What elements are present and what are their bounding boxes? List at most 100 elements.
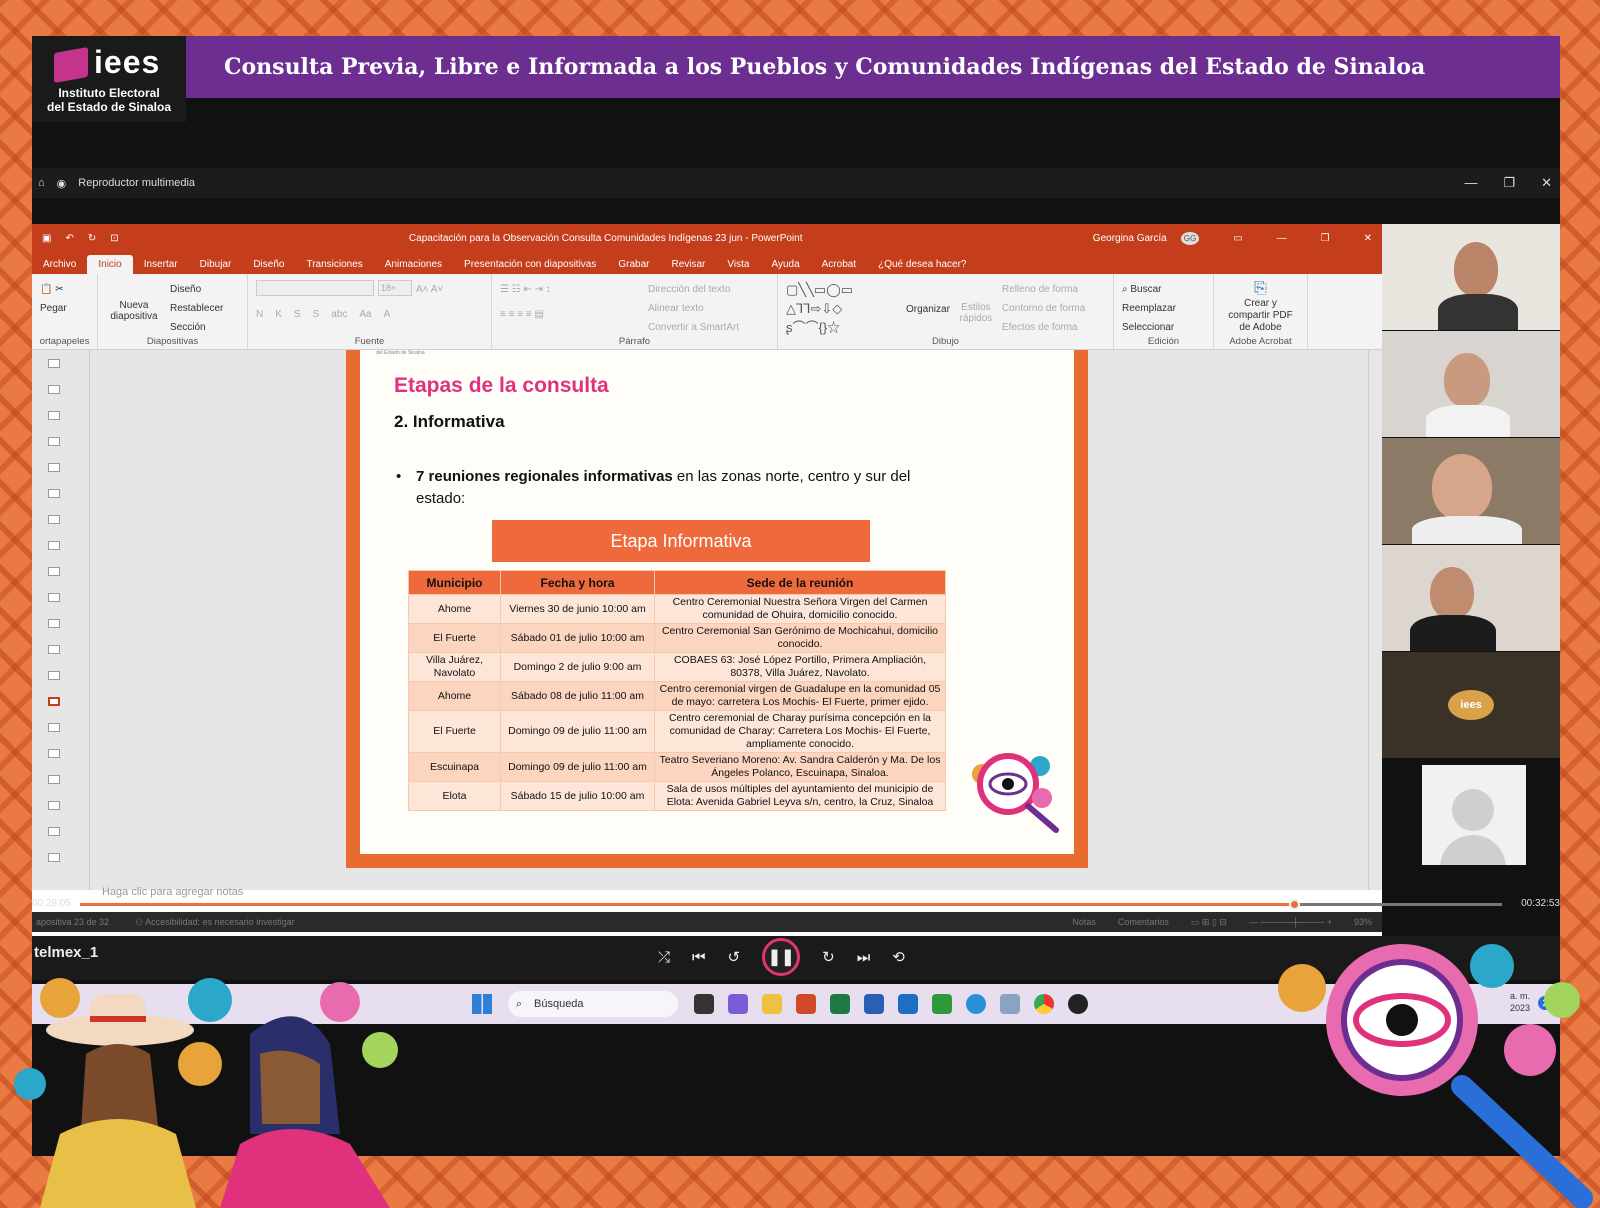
slide-thumbnail[interactable] — [32, 506, 89, 532]
select-button[interactable]: Seleccionar — [1122, 318, 1205, 337]
slide-thumbnail[interactable] — [32, 662, 89, 688]
ppt-restore-icon[interactable]: ❐ — [1321, 233, 1330, 244]
reset-button[interactable]: Restablecer — [170, 299, 223, 318]
repeat-icon[interactable]: ⟲ — [892, 948, 905, 966]
participant-tile-1[interactable] — [1382, 224, 1560, 330]
edge-icon[interactable] — [966, 994, 986, 1014]
previous-icon[interactable]: ⏮ — [692, 949, 706, 966]
media-player-taskbar-icon[interactable] — [1068, 994, 1088, 1014]
forward-30-icon[interactable]: ↻ — [822, 948, 835, 966]
shuffle-icon[interactable]: ⤮ — [658, 949, 670, 966]
tab-inicio[interactable]: Inicio — [87, 255, 133, 274]
file-explorer-icon[interactable] — [762, 994, 782, 1014]
tab--qué-desea-hacer-[interactable]: ¿Qué desea hacer? — [867, 255, 977, 274]
slide-thumbnail[interactable] — [32, 688, 89, 714]
change-case-button[interactable]: Aa — [359, 305, 371, 324]
pause-button[interactable]: ❚❚ — [762, 938, 801, 976]
strikethrough-button[interactable]: abc — [331, 305, 347, 324]
rewind-10-icon[interactable]: ↺ — [728, 948, 741, 966]
paste-icon[interactable]: 📋 ✂ — [40, 280, 89, 299]
task-view-icon[interactable] — [694, 994, 714, 1014]
participant-tile-5[interactable]: iees — [1382, 652, 1560, 758]
slide-thumbnail[interactable] — [32, 714, 89, 740]
view-buttons[interactable]: ▭ ⊞ ▯ ⊟ — [1191, 917, 1227, 928]
shape-fill-button[interactable]: Relleno de forma — [1002, 280, 1085, 299]
grow-font-icon[interactable]: A˄ A˅ — [416, 280, 443, 299]
notes-button[interactable]: Notas — [1072, 917, 1096, 928]
home-icon[interactable]: ⌂ — [38, 177, 45, 189]
slide-thumbnail[interactable] — [32, 740, 89, 766]
restore-icon[interactable]: ❐ — [1503, 175, 1515, 191]
seek-track[interactable] — [80, 899, 1502, 910]
slide-thumbnail[interactable] — [32, 818, 89, 844]
windows-start-icon[interactable] — [472, 994, 492, 1014]
text-direction-button[interactable]: Dirección del texto — [648, 280, 739, 299]
font-color-icon[interactable]: A — [384, 305, 391, 324]
ppt-minimize-icon[interactable]: — — [1277, 233, 1287, 244]
participant-tile-3[interactable] — [1382, 438, 1560, 544]
teams-icon[interactable] — [728, 994, 748, 1014]
current-slide[interactable]: del Estado de Sinaloa Etapas de la consu… — [360, 350, 1074, 854]
slide-thumbnail[interactable] — [32, 636, 89, 662]
tab-archivo[interactable]: Archivo — [32, 255, 87, 274]
vertical-scrollbar[interactable] — [1368, 350, 1382, 890]
ppt-close-icon[interactable]: ✕ — [1364, 233, 1372, 244]
bold-button[interactable]: N — [256, 305, 263, 324]
italic-button[interactable]: K — [275, 305, 282, 324]
tab-animaciones[interactable]: Animaciones — [374, 255, 453, 274]
minimize-icon[interactable]: — — [1464, 175, 1477, 191]
ribbon-display-icon[interactable]: ▭ — [1233, 233, 1242, 244]
tab-presentación-con-diapositivas[interactable]: Presentación con diapositivas — [453, 255, 607, 274]
slide-thumbnail[interactable] — [32, 376, 89, 402]
slide-thumbnail[interactable] — [32, 844, 89, 870]
shape-outline-button[interactable]: Contorno de forma — [1002, 299, 1085, 318]
user-name[interactable]: Georgina García — [1093, 233, 1167, 244]
slide-thumbnails-pane[interactable] — [32, 350, 90, 890]
underline-button[interactable]: S — [294, 305, 301, 324]
slide-thumbnail[interactable] — [32, 610, 89, 636]
seek-handle[interactable] — [1289, 899, 1301, 910]
section-button[interactable]: Sección — [170, 318, 223, 337]
accessibility-status[interactable]: ⚇ Accesibilidad: es necesario investigar — [135, 917, 295, 928]
replace-button[interactable]: Reemplazar — [1122, 299, 1205, 318]
taskbar-search[interactable]: ⌕ Búsqueda — [508, 991, 678, 1017]
next-icon[interactable]: ⏭ — [857, 949, 871, 966]
bullets-icon[interactable]: ☰ ☷ ⇤ ⇥ ↕ — [500, 280, 638, 299]
comments-button[interactable]: Comentarios — [1118, 917, 1169, 928]
powerpoint-icon[interactable] — [796, 994, 816, 1014]
excel-icon[interactable] — [830, 994, 850, 1014]
start-from-beginning-icon[interactable]: ⊡ — [110, 233, 118, 244]
slide-thumbnail[interactable] — [32, 558, 89, 584]
slide-thumbnail[interactable] — [32, 480, 89, 506]
font-name-input[interactable] — [256, 280, 374, 296]
seek-bar[interactable]: 00:28:05 00:32:53 — [32, 896, 1560, 912]
participant-tile-2[interactable] — [1382, 331, 1560, 437]
chrome-icon[interactable] — [1034, 994, 1054, 1014]
font-size-input[interactable]: 18+ — [378, 280, 412, 296]
tab-revisar[interactable]: Revisar — [660, 255, 716, 274]
tab-ayuda[interactable]: Ayuda — [760, 255, 810, 274]
slide-thumbnail[interactable] — [32, 402, 89, 428]
paste-button[interactable]: Pegar — [40, 299, 89, 318]
slide-thumbnail[interactable] — [32, 766, 89, 792]
slide-thumbnail[interactable] — [32, 428, 89, 454]
slide-thumbnail[interactable] — [32, 792, 89, 818]
close-icon[interactable]: ✕ — [1541, 175, 1552, 191]
pen-app-icon[interactable] — [1000, 994, 1020, 1014]
create-pdf-button[interactable]: Crear y compartir PDF de Adobe — [1222, 298, 1299, 334]
tab-grabar[interactable]: Grabar — [607, 255, 660, 274]
slide-thumbnail[interactable] — [32, 350, 89, 376]
shape-effects-button[interactable]: Efectos de forma — [1002, 318, 1085, 337]
find-button[interactable]: ⌕ Buscar — [1122, 280, 1205, 299]
align-icons[interactable]: ≡ ≡ ≡ ≡ ▤ — [500, 305, 638, 324]
shadow-button[interactable]: S — [313, 305, 320, 324]
slide-thumbnail[interactable] — [32, 584, 89, 610]
save-icon[interactable]: ▣ — [42, 233, 51, 244]
tab-insertar[interactable]: Insertar — [133, 255, 189, 274]
participant-tile-4[interactable] — [1382, 545, 1560, 651]
outlook-icon[interactable] — [898, 994, 918, 1014]
tab-dibujar[interactable]: Dibujar — [189, 255, 243, 274]
layout-button[interactable]: Diseño — [170, 280, 223, 299]
tab-diseño[interactable]: Diseño — [242, 255, 295, 274]
zoom-level[interactable]: 93% — [1354, 917, 1372, 928]
